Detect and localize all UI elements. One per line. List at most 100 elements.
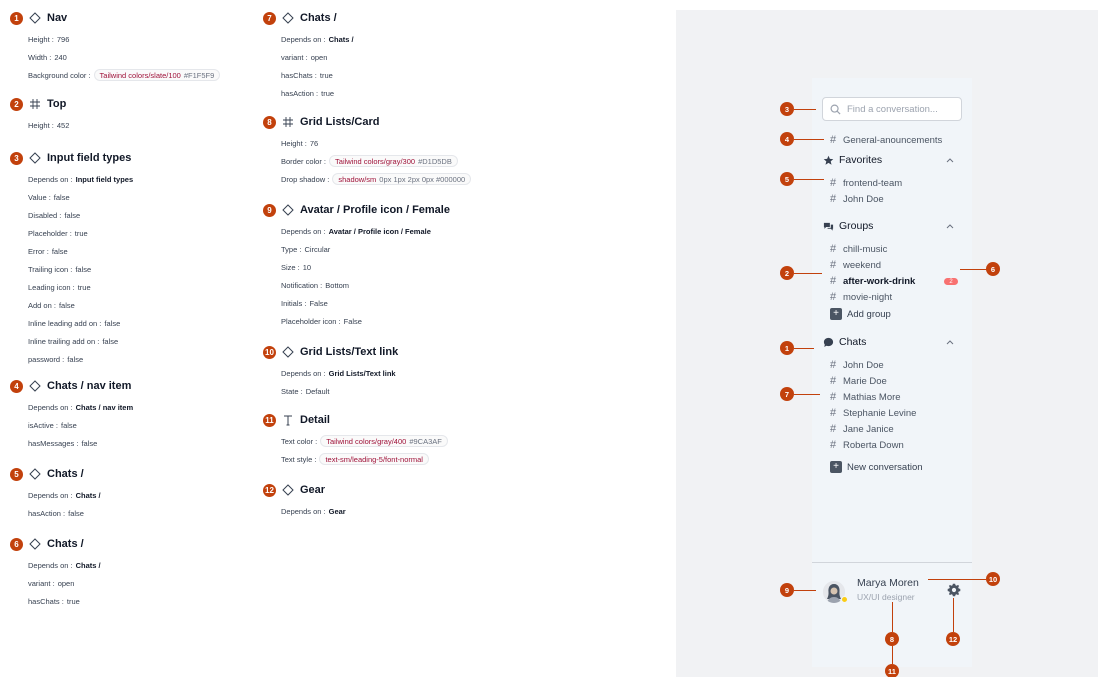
property-key: Depends on : — [281, 34, 326, 44]
spec-header: 5 Chats / — [10, 466, 260, 482]
spec-property-row: Height : 796 — [10, 30, 260, 48]
component-diamond-icon — [280, 203, 296, 217]
number-badge: 1 — [10, 11, 23, 25]
section-chats[interactable]: Chats — [822, 334, 962, 350]
property-key: Add on : — [28, 300, 56, 310]
component-diamond-icon — [27, 379, 43, 393]
property-key: Border color : — [281, 156, 327, 166]
callout-badge: 11 — [885, 664, 899, 677]
property-value: False — [343, 316, 362, 326]
nav-item-group[interactable]: # weekend — [830, 258, 881, 272]
spec-title: Grid Lists/Text link — [300, 346, 399, 358]
property-value: Chats / nav item — [75, 402, 134, 412]
property-value: Chats / — [75, 560, 101, 570]
divider — [812, 562, 972, 563]
property-value: false — [104, 318, 121, 328]
property-key: variant : — [281, 52, 308, 62]
property-key: hasChats : — [28, 596, 64, 606]
property-value: false — [75, 264, 92, 274]
spec-property-row: Width : 240 — [10, 48, 260, 66]
section-favorites[interactable]: Favorites — [822, 152, 962, 168]
spec-property-row: hasChats : true — [10, 592, 260, 610]
spec-section: 12 Gear Depends on : Gear — [263, 482, 563, 520]
spec-property-row: Border color : Tailwind colors/gray/300 #… — [263, 152, 563, 170]
gear-icon[interactable] — [947, 583, 961, 597]
spec-header: 8 Grid Lists/Card — [263, 114, 563, 130]
property-key: Type : — [281, 244, 302, 254]
property-value: Gear — [328, 506, 346, 516]
callout-line — [960, 269, 988, 270]
property-value: true — [74, 228, 88, 238]
property-key: Depends on : — [28, 490, 73, 500]
property-value: Avatar / Profile icon / Female — [328, 226, 431, 236]
component-diamond-icon — [27, 467, 43, 481]
add-group-button[interactable]: + Add group — [830, 307, 891, 321]
spec-property-row: Placeholder : true — [10, 224, 260, 242]
nav-item-general[interactable]: # General-anouncements — [830, 133, 942, 147]
callout-badge: 2 — [780, 266, 794, 280]
nav-item-chat[interactable]: # Stephanie Levine — [830, 406, 916, 420]
callout-badge: 8 — [885, 632, 899, 646]
nav-item-chat[interactable]: # Marie Doe — [830, 374, 887, 388]
callout-badge: 1 — [780, 341, 794, 355]
plus-icon: + — [830, 308, 842, 320]
property-key: Placeholder icon : — [281, 316, 341, 326]
spec-title: Nav — [47, 12, 68, 24]
property-key: Leading icon : — [28, 282, 75, 292]
style-token: text-sm/leading-5/font-normal — [319, 453, 429, 465]
callout-badge: 6 — [986, 262, 1000, 276]
property-key: password : — [28, 354, 65, 364]
nav-item-chat[interactable]: # Jane Janice — [830, 422, 894, 436]
spec-title: Top — [47, 98, 67, 110]
callout-line — [794, 394, 820, 395]
nav-item-group[interactable]: # chill-music — [830, 242, 887, 256]
property-key: Text color : — [281, 436, 318, 446]
property-value: Default — [305, 386, 330, 396]
frame-grid-icon — [280, 115, 296, 129]
hash-icon: # — [830, 134, 837, 146]
spec-property-row: Depends on : Chats / nav item — [10, 398, 260, 416]
chat-bubble-icon — [822, 336, 834, 348]
callout-badge: 9 — [780, 583, 794, 597]
search-field[interactable] — [822, 97, 962, 121]
nav-item-chat[interactable]: # Roberta Down — [830, 438, 904, 452]
property-key: Initials : — [281, 298, 307, 308]
property-value: false — [67, 354, 84, 364]
spec-header: 1 Nav — [10, 10, 260, 26]
nav-item-favorite[interactable]: # John Doe — [830, 192, 884, 206]
spec-section: 1 Nav Height : 796 Width : 240 Background co… — [10, 10, 260, 84]
number-badge: 10 — [263, 345, 276, 359]
spec-property-row: Height : 452 — [10, 116, 260, 134]
nav-item-group-active[interactable]: # after-work-drink — [830, 274, 915, 288]
component-diamond-icon — [27, 11, 43, 25]
property-value: 10 — [302, 262, 312, 272]
property-key: isActive : — [28, 420, 59, 430]
property-key: Drop shadow : — [281, 174, 330, 184]
property-value: false — [58, 300, 75, 310]
chevron-up-icon[interactable] — [944, 154, 956, 166]
spec-property-row: Depends on : Chats / — [263, 30, 563, 48]
property-key: Background color : — [28, 70, 91, 80]
spec-property-row: Inline leading add on : false — [10, 314, 260, 332]
callout-line — [794, 590, 816, 591]
nav-item-chat[interactable]: # Mathias More — [830, 390, 901, 404]
spec-property-row: hasMessages : false — [10, 434, 260, 452]
user-name[interactable]: Marya Moren — [857, 577, 919, 589]
property-value: false — [102, 336, 119, 346]
spec-property-row: Initials : False — [263, 294, 563, 312]
spec-title: Avatar / Profile icon / Female — [300, 204, 450, 216]
spec-section: 4 Chats / nav item Depends on : Chats / na… — [10, 378, 260, 452]
nav-item-favorite[interactable]: # frontend-team — [830, 176, 902, 190]
chevron-up-icon[interactable] — [944, 336, 956, 348]
hash-icon: # — [830, 243, 837, 255]
spec-property-row: Depends on : Chats / — [10, 486, 260, 504]
new-conversation-button[interactable]: + New conversation — [830, 460, 923, 474]
nav-item-group[interactable]: # movie-night — [830, 290, 892, 304]
spec-property-row: Depends on : Gear — [263, 502, 563, 520]
token-value: #F1F5F9 — [183, 70, 215, 80]
nav-item-chat[interactable]: # John Doe — [830, 358, 884, 372]
chevron-up-icon[interactable] — [944, 220, 956, 232]
search-input[interactable] — [847, 103, 957, 115]
spec-property-row: Depends on : Grid Lists/Text link — [263, 364, 563, 382]
section-groups[interactable]: Groups — [822, 218, 962, 234]
